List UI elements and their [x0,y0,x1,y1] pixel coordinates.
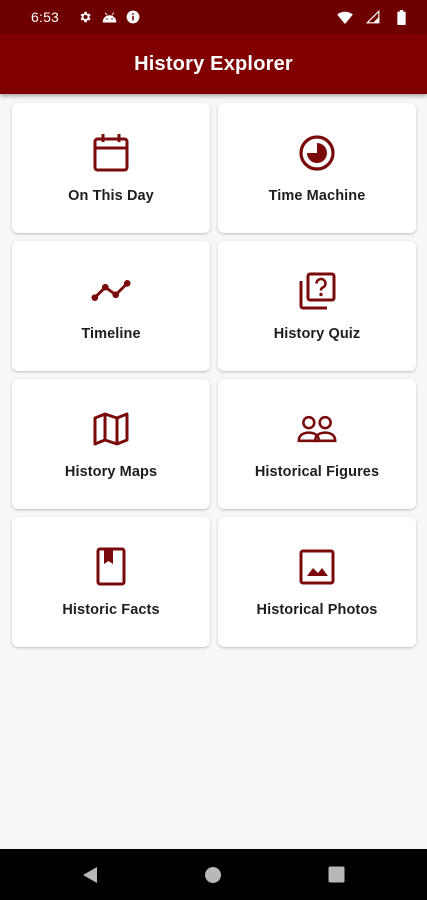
app-title: History Explorer [134,52,293,75]
recents-icon[interactable] [306,849,366,900]
status-right [337,9,409,25]
settings-icon [77,9,93,25]
card-label: Time Machine [268,188,366,204]
status-bar: 6:53 [0,0,427,34]
app-bar: History Explorer [0,34,427,94]
historical-photos-card[interactable]: Historical Photos [218,517,416,647]
navigation-bar [0,849,427,900]
status-time: 6:53 [31,9,60,25]
calendar-icon [91,133,131,173]
historic-facts-card[interactable]: Historic Facts [12,517,210,647]
timeline-icon [91,271,131,311]
card-label: Timeline [81,326,141,342]
wifi-icon [337,9,353,25]
card-label: Historical Photos [256,602,378,618]
map-icon [91,409,131,449]
card-label: History Maps [64,464,158,480]
timeline-card[interactable]: Timeline [12,241,210,371]
menu-grid: On This Day Time Machine Timeline Histor… [12,103,416,647]
historical-figures-card[interactable]: Historical Figures [218,379,416,509]
history-quiz-card[interactable]: History Quiz [218,241,416,371]
screen: 6:53 History Explorer On This Day Time M… [0,0,427,900]
info-icon [125,9,141,25]
book-icon [91,547,131,587]
card-label: Historical Figures [254,464,380,480]
quiz-icon [297,271,337,311]
card-label: On This Day [68,188,154,204]
back-icon[interactable] [60,849,120,900]
status-left: 6:53 [31,9,149,25]
signal-icon [365,9,381,25]
history-maps-card[interactable]: History Maps [12,379,210,509]
photo-icon [297,547,337,587]
card-label: History Quiz [273,326,361,342]
people-icon [297,409,337,449]
battery-icon [393,9,409,25]
android-icon [101,9,117,25]
home-icon[interactable] [183,849,243,900]
on-this-day-card[interactable]: On This Day [12,103,210,233]
time-machine-card[interactable]: Time Machine [218,103,416,233]
card-label: Historic Facts [62,602,160,618]
clock-icon [297,133,337,173]
